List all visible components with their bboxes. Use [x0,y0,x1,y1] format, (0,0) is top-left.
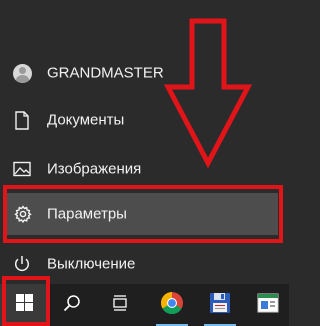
start-button-highlight-frame [2,276,50,326]
settings-highlight-frame [3,185,283,243]
picture-icon [12,159,32,179]
power-icon [12,254,32,274]
save-app-taskbar-button[interactable] [196,284,244,326]
window-app-icon [257,293,279,318]
document-icon [12,110,32,130]
power-label: Выключение [47,255,136,273]
search-icon [63,294,81,317]
window-app-taskbar-button[interactable] [244,284,292,326]
task-view-icon [111,294,129,317]
user-name: GRANDMASTER [47,64,164,82]
floppy-disk-icon [209,292,231,319]
red-arrow-annotation [164,18,252,169]
pictures-label: Изображения [47,160,142,178]
user-avatar-icon [12,63,32,83]
chrome-icon [160,291,184,320]
documents-label: Документы [47,111,125,129]
search-button[interactable] [48,284,96,326]
task-view-button[interactable] [96,284,144,326]
chrome-taskbar-button[interactable] [148,284,196,326]
